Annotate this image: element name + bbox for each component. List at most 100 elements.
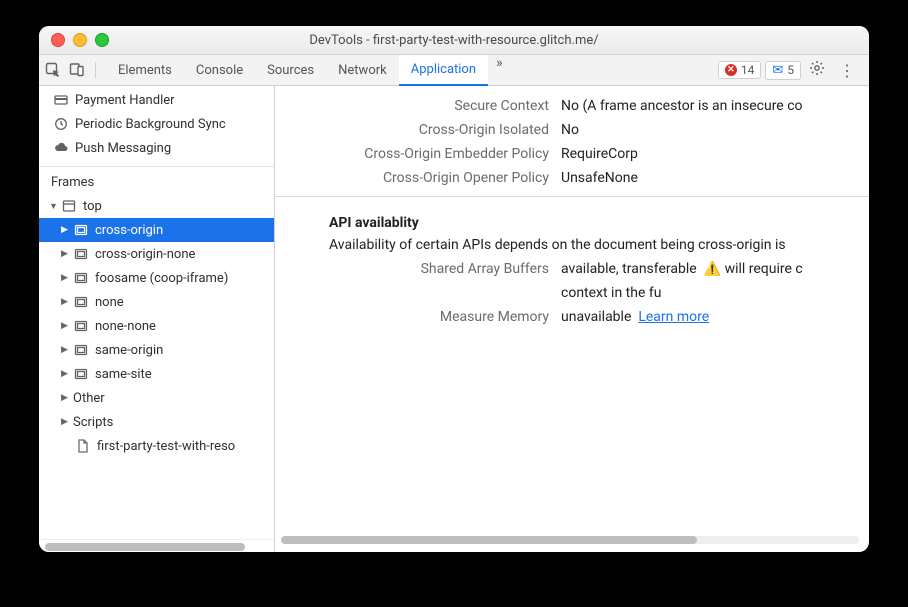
disclosure-triangle-icon[interactable]: ▼ xyxy=(49,201,59,212)
error-icon: ✕ xyxy=(725,64,737,76)
devtools-toolbar: Elements Console Sources Network Applica… xyxy=(39,55,869,86)
sidebar-horizontal-scrollbar[interactable] xyxy=(39,539,274,552)
frame-tree-item[interactable]: ▶Other xyxy=(39,386,274,410)
disclosure-triangle-icon[interactable]: ▶ xyxy=(61,321,71,331)
tab-elements[interactable]: Elements xyxy=(106,55,184,85)
sidebar-item-label: Periodic Background Sync xyxy=(75,117,226,132)
prop-value: No (A frame ancestor is an insecure co xyxy=(561,98,857,114)
prop-label: Cross-Origin Embedder Policy xyxy=(287,146,561,162)
prop-label: Cross-Origin Isolated xyxy=(287,122,561,138)
disclosure-triangle-icon[interactable]: ▶ xyxy=(61,345,71,355)
frame-file-item[interactable]: first-party-test-with-reso xyxy=(39,434,274,458)
prop-coop: Cross-Origin Opener Policy UnsafeNone xyxy=(275,166,869,190)
frame-tree-item[interactable]: ▶ none-none xyxy=(39,314,274,338)
more-tabs-button[interactable]: » xyxy=(488,55,511,85)
frame-label: cross-origin xyxy=(95,223,163,238)
frame-icon xyxy=(73,247,89,261)
file-label: first-party-test-with-reso xyxy=(97,439,235,454)
window-title: DevTools - first-party-test-with-resourc… xyxy=(39,33,869,48)
frame-icon xyxy=(73,319,89,333)
message-icon: ✉ xyxy=(772,63,783,78)
frame-tree-item[interactable]: ▶ cross-origin-none xyxy=(39,242,274,266)
tab-sources[interactable]: Sources xyxy=(255,55,326,85)
scrollbar-thumb[interactable] xyxy=(281,536,697,544)
prop-secure-context: Secure Context No (A frame ancestor is a… xyxy=(275,94,869,118)
frame-icon xyxy=(73,367,89,381)
sidebar-item-periodic-bg-sync[interactable]: Periodic Background Sync xyxy=(53,112,274,136)
prop-value: context in the fu xyxy=(561,285,857,301)
frame-label: same-site xyxy=(95,367,152,382)
sidebar-item-label: Push Messaging xyxy=(75,141,171,156)
frame-tree-item[interactable]: ▶ same-origin xyxy=(39,338,274,362)
errors-count: 14 xyxy=(741,63,755,77)
tab-console[interactable]: Console xyxy=(184,55,255,85)
frame-label: cross-origin-none xyxy=(95,247,195,262)
api-availability-section: API availablity Availability of certain … xyxy=(275,197,869,257)
application-sidebar: Payment Handler Periodic Background Sync xyxy=(39,86,275,552)
disclosure-triangle-icon[interactable]: ▶ xyxy=(61,369,71,379)
inspect-element-icon[interactable] xyxy=(45,62,61,78)
messages-badge[interactable]: ✉ 5 xyxy=(765,61,801,80)
frame-tree-item[interactable]: ▶ none xyxy=(39,290,274,314)
errors-badge[interactable]: ✕ 14 xyxy=(718,61,762,79)
frame-tree-item[interactable]: ▶ cross-origin xyxy=(39,218,274,242)
window-icon xyxy=(61,199,77,213)
prop-value: UnsafeNone xyxy=(561,170,857,186)
section-title: API availablity xyxy=(329,215,869,231)
frame-icon xyxy=(73,223,89,237)
settings-gear-icon[interactable] xyxy=(803,60,831,80)
sidebar-item-payment-handler[interactable]: Payment Handler xyxy=(53,88,274,112)
tab-application[interactable]: Application xyxy=(399,55,488,86)
frame-tree-item[interactable]: ▶ same-site xyxy=(39,362,274,386)
titlebar: DevTools - first-party-test-with-resourc… xyxy=(39,26,869,55)
frame-label: Other xyxy=(73,391,105,406)
content-horizontal-scrollbar[interactable] xyxy=(281,536,859,550)
frame-tree-item[interactable]: ▶ foosame (coop-iframe) xyxy=(39,266,274,290)
frame-details-panel: Secure Context No (A frame ancestor is a… xyxy=(275,86,869,552)
frame-label: none-none xyxy=(95,319,156,334)
sidebar-item-push-messaging[interactable]: Push Messaging xyxy=(53,136,274,160)
learn-more-link[interactable]: Learn more xyxy=(638,309,709,325)
panel-tabs: Elements Console Sources Network Applica… xyxy=(106,55,511,85)
scrollbar-thumb[interactable] xyxy=(45,543,245,551)
frame-icon xyxy=(73,271,89,285)
prop-coep: Cross-Origin Embedder Policy RequireCorp xyxy=(275,142,869,166)
kebab-menu-icon[interactable]: ⋮ xyxy=(831,61,863,80)
disclosure-triangle-icon[interactable]: ▶ xyxy=(61,249,71,259)
disclosure-triangle-icon[interactable]: ▶ xyxy=(61,273,71,283)
devtools-window: DevTools - first-party-test-with-resourc… xyxy=(39,26,869,552)
frame-label: Scripts xyxy=(73,415,113,430)
frame-tree-top[interactable]: ▼ top xyxy=(39,194,274,218)
device-toolbar-icon[interactable] xyxy=(69,62,85,78)
frame-icon xyxy=(73,343,89,357)
prop-measure-memory: Measure Memory unavailable Learn more xyxy=(275,305,869,329)
prop-value: No xyxy=(561,122,857,138)
disclosure-triangle-icon[interactable]: ▶ xyxy=(61,417,71,427)
prop-sab-continued: context in the fu xyxy=(275,281,869,305)
prop-value: unavailable Learn more xyxy=(561,309,857,325)
prop-label: Secure Context xyxy=(287,98,561,114)
frame-icon xyxy=(73,295,89,309)
warning-icon: ⚠️ xyxy=(704,261,721,277)
prop-value: available, transferable ⚠️ will require … xyxy=(561,261,857,277)
prop-value: RequireCorp xyxy=(561,146,857,162)
frames-section-header: Frames xyxy=(39,166,274,194)
prop-shared-array-buffers: Shared Array Buffers available, transfer… xyxy=(275,257,869,281)
tab-network[interactable]: Network xyxy=(326,55,399,85)
prop-label: Measure Memory xyxy=(287,309,561,325)
disclosure-triangle-icon[interactable]: ▶ xyxy=(61,393,71,403)
frame-label: none xyxy=(95,295,124,310)
prop-label: Shared Array Buffers xyxy=(287,261,561,277)
frame-label: foosame (coop-iframe) xyxy=(95,271,228,286)
disclosure-triangle-icon[interactable]: ▶ xyxy=(61,225,71,235)
disclosure-triangle-icon[interactable]: ▶ xyxy=(61,297,71,307)
frame-tree-item[interactable]: ▶Scripts xyxy=(39,410,274,434)
section-subtitle: Availability of certain APIs depends on … xyxy=(329,231,869,253)
prop-cross-origin-isolated: Cross-Origin Isolated No xyxy=(275,118,869,142)
cloud-icon xyxy=(53,141,69,155)
sidebar-item-label: Payment Handler xyxy=(75,93,175,108)
clock-icon xyxy=(53,117,69,131)
prop-label: Cross-Origin Opener Policy xyxy=(287,170,561,186)
frame-label: same-origin xyxy=(95,343,163,358)
card-icon xyxy=(53,93,69,107)
